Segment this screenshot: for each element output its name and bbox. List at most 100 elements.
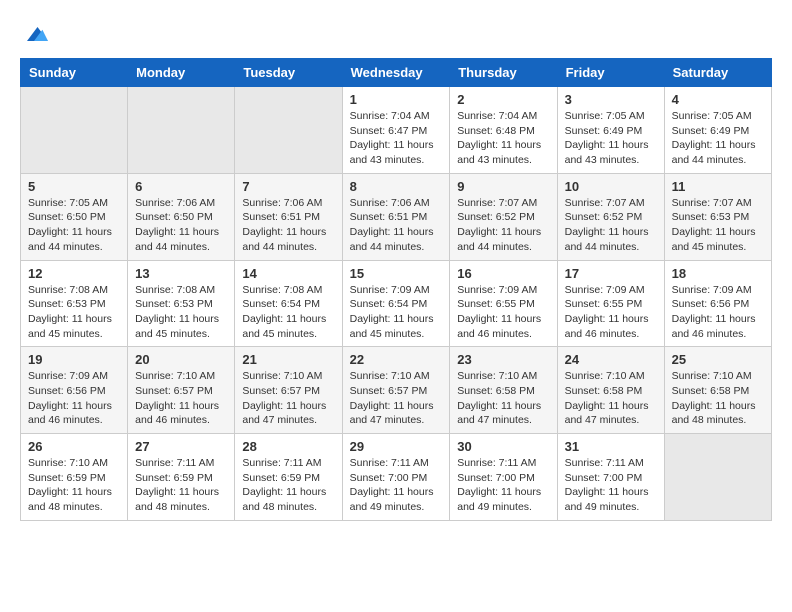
day-info: Sunrise: 7:11 AMSunset: 7:00 PMDaylight:… — [350, 456, 443, 515]
day-info: Sunrise: 7:05 AMSunset: 6:50 PMDaylight:… — [28, 196, 120, 255]
day-header-sunday: Sunday — [21, 59, 128, 87]
day-number: 10 — [565, 179, 657, 194]
day-info: Sunrise: 7:08 AMSunset: 6:54 PMDaylight:… — [242, 283, 334, 342]
calendar-cell: 7 Sunrise: 7:06 AMSunset: 6:51 PMDaylight… — [235, 173, 342, 260]
logo-icon — [20, 20, 48, 48]
calendar-cell — [21, 87, 128, 174]
calendar-cell: 13 Sunrise: 7:08 AMSunset: 6:53 PMDayligh… — [128, 260, 235, 347]
day-number: 3 — [565, 92, 657, 107]
day-info: Sunrise: 7:09 AMSunset: 6:55 PMDaylight:… — [457, 283, 549, 342]
calendar-week-2: 5 Sunrise: 7:05 AMSunset: 6:50 PMDaylight… — [21, 173, 772, 260]
calendar-cell — [235, 87, 342, 174]
day-info: Sunrise: 7:10 AMSunset: 6:57 PMDaylight:… — [135, 369, 227, 428]
day-header-monday: Monday — [128, 59, 235, 87]
day-info: Sunrise: 7:05 AMSunset: 6:49 PMDaylight:… — [672, 109, 764, 168]
day-info: Sunrise: 7:06 AMSunset: 6:51 PMDaylight:… — [242, 196, 334, 255]
day-number: 8 — [350, 179, 443, 194]
day-header-saturday: Saturday — [664, 59, 771, 87]
day-number: 6 — [135, 179, 227, 194]
day-number: 11 — [672, 179, 764, 194]
calendar-cell: 9Sunrise: 7:07 AMSunset: 6:52 PMDaylight… — [450, 173, 557, 260]
day-number: 28 — [242, 439, 334, 454]
calendar-cell: 12 Sunrise: 7:08 AMSunset: 6:53 PMDayligh… — [21, 260, 128, 347]
calendar-cell: 31 Sunrise: 7:11 AMSunset: 7:00 PMDayligh… — [557, 434, 664, 521]
calendar-table: SundayMondayTuesdayWednesdayThursdayFrid… — [20, 58, 772, 521]
calendar-week-5: 26Sunrise: 7:10 AMSunset: 6:59 PMDayligh… — [21, 434, 772, 521]
day-number: 19 — [28, 352, 120, 367]
day-info: Sunrise: 7:09 AMSunset: 6:54 PMDaylight:… — [350, 283, 443, 342]
calendar-cell: 5 Sunrise: 7:05 AMSunset: 6:50 PMDaylight… — [21, 173, 128, 260]
calendar-cell: 23Sunrise: 7:10 AMSunset: 6:58 PMDayligh… — [450, 347, 557, 434]
calendar-cell: 28 Sunrise: 7:11 AMSunset: 6:59 PMDayligh… — [235, 434, 342, 521]
calendar-week-1: 1Sunrise: 7:04 AMSunset: 6:47 PMDaylight… — [21, 87, 772, 174]
day-header-thursday: Thursday — [450, 59, 557, 87]
day-number: 18 — [672, 266, 764, 281]
day-number: 15 — [350, 266, 443, 281]
calendar-cell — [664, 434, 771, 521]
day-number: 24 — [565, 352, 657, 367]
day-header-friday: Friday — [557, 59, 664, 87]
logo — [20, 20, 50, 48]
day-info: Sunrise: 7:11 AMSunset: 7:00 PMDaylight:… — [565, 456, 657, 515]
day-info: Sunrise: 7:04 AMSunset: 6:48 PMDaylight:… — [457, 109, 549, 168]
calendar-cell: 22 Sunrise: 7:10 AMSunset: 6:57 PMDayligh… — [342, 347, 450, 434]
day-info: Sunrise: 7:08 AMSunset: 6:53 PMDaylight:… — [135, 283, 227, 342]
calendar-cell: 27 Sunrise: 7:11 AMSunset: 6:59 PMDayligh… — [128, 434, 235, 521]
calendar-cell: 8Sunrise: 7:06 AMSunset: 6:51 PMDaylight… — [342, 173, 450, 260]
day-info: Sunrise: 7:10 AMSunset: 6:58 PMDaylight:… — [565, 369, 657, 428]
day-number: 16 — [457, 266, 549, 281]
calendar-cell: 20 Sunrise: 7:10 AMSunset: 6:57 PMDayligh… — [128, 347, 235, 434]
day-info: Sunrise: 7:11 AMSunset: 6:59 PMDaylight:… — [135, 456, 227, 515]
day-number: 17 — [565, 266, 657, 281]
calendar-cell: 26Sunrise: 7:10 AMSunset: 6:59 PMDayligh… — [21, 434, 128, 521]
day-number: 25 — [672, 352, 764, 367]
calendar-cell: 1Sunrise: 7:04 AMSunset: 6:47 PMDaylight… — [342, 87, 450, 174]
calendar-week-3: 12 Sunrise: 7:08 AMSunset: 6:53 PMDayligh… — [21, 260, 772, 347]
day-number: 27 — [135, 439, 227, 454]
day-info: Sunrise: 7:07 AMSunset: 6:52 PMDaylight:… — [565, 196, 657, 255]
day-info: Sunrise: 7:11 AMSunset: 6:59 PMDaylight:… — [242, 456, 334, 515]
day-number: 30 — [457, 439, 549, 454]
calendar-cell: 21Sunrise: 7:10 AMSunset: 6:57 PMDayligh… — [235, 347, 342, 434]
calendar-cell — [128, 87, 235, 174]
calendar-header-row: SundayMondayTuesdayWednesdayThursdayFrid… — [21, 59, 772, 87]
calendar-cell: 30 Sunrise: 7:11 AMSunset: 7:00 PMDayligh… — [450, 434, 557, 521]
day-info: Sunrise: 7:09 AMSunset: 6:56 PMDaylight:… — [672, 283, 764, 342]
day-number: 7 — [242, 179, 334, 194]
calendar-cell: 17 Sunrise: 7:09 AMSunset: 6:55 PMDayligh… — [557, 260, 664, 347]
calendar-cell: 14Sunrise: 7:08 AMSunset: 6:54 PMDayligh… — [235, 260, 342, 347]
day-header-tuesday: Tuesday — [235, 59, 342, 87]
day-number: 2 — [457, 92, 549, 107]
day-number: 13 — [135, 266, 227, 281]
day-info: Sunrise: 7:09 AMSunset: 6:56 PMDaylight:… — [28, 369, 120, 428]
day-info: Sunrise: 7:05 AMSunset: 6:49 PMDaylight:… — [565, 109, 657, 168]
day-info: Sunrise: 7:10 AMSunset: 6:58 PMDaylight:… — [672, 369, 764, 428]
calendar-cell: 16 Sunrise: 7:09 AMSunset: 6:55 PMDayligh… — [450, 260, 557, 347]
day-info: Sunrise: 7:09 AMSunset: 6:55 PMDaylight:… — [565, 283, 657, 342]
day-info: Sunrise: 7:11 AMSunset: 7:00 PMDaylight:… — [457, 456, 549, 515]
calendar-cell: 18 Sunrise: 7:09 AMSunset: 6:56 PMDayligh… — [664, 260, 771, 347]
calendar-cell: 2 Sunrise: 7:04 AMSunset: 6:48 PMDaylight… — [450, 87, 557, 174]
calendar-cell: 11 Sunrise: 7:07 AMSunset: 6:53 PMDayligh… — [664, 173, 771, 260]
calendar-cell: 10 Sunrise: 7:07 AMSunset: 6:52 PMDayligh… — [557, 173, 664, 260]
day-number: 4 — [672, 92, 764, 107]
day-number: 21 — [242, 352, 334, 367]
day-header-wednesday: Wednesday — [342, 59, 450, 87]
calendar-cell: 6 Sunrise: 7:06 AMSunset: 6:50 PMDaylight… — [128, 173, 235, 260]
day-number: 22 — [350, 352, 443, 367]
day-info: Sunrise: 7:07 AMSunset: 6:53 PMDaylight:… — [672, 196, 764, 255]
day-info: Sunrise: 7:08 AMSunset: 6:53 PMDaylight:… — [28, 283, 120, 342]
day-info: Sunrise: 7:10 AMSunset: 6:57 PMDaylight:… — [350, 369, 443, 428]
calendar-cell: 29Sunrise: 7:11 AMSunset: 7:00 PMDayligh… — [342, 434, 450, 521]
calendar-cell: 25 Sunrise: 7:10 AMSunset: 6:58 PMDayligh… — [664, 347, 771, 434]
day-info: Sunrise: 7:04 AMSunset: 6:47 PMDaylight:… — [350, 109, 443, 168]
day-number: 12 — [28, 266, 120, 281]
day-info: Sunrise: 7:07 AMSunset: 6:52 PMDaylight:… — [457, 196, 549, 255]
calendar-cell: 15 Sunrise: 7:09 AMSunset: 6:54 PMDayligh… — [342, 260, 450, 347]
calendar-cell: 4 Sunrise: 7:05 AMSunset: 6:49 PMDaylight… — [664, 87, 771, 174]
day-info: Sunrise: 7:06 AMSunset: 6:50 PMDaylight:… — [135, 196, 227, 255]
day-number: 5 — [28, 179, 120, 194]
day-number: 20 — [135, 352, 227, 367]
day-number: 26 — [28, 439, 120, 454]
day-number: 31 — [565, 439, 657, 454]
